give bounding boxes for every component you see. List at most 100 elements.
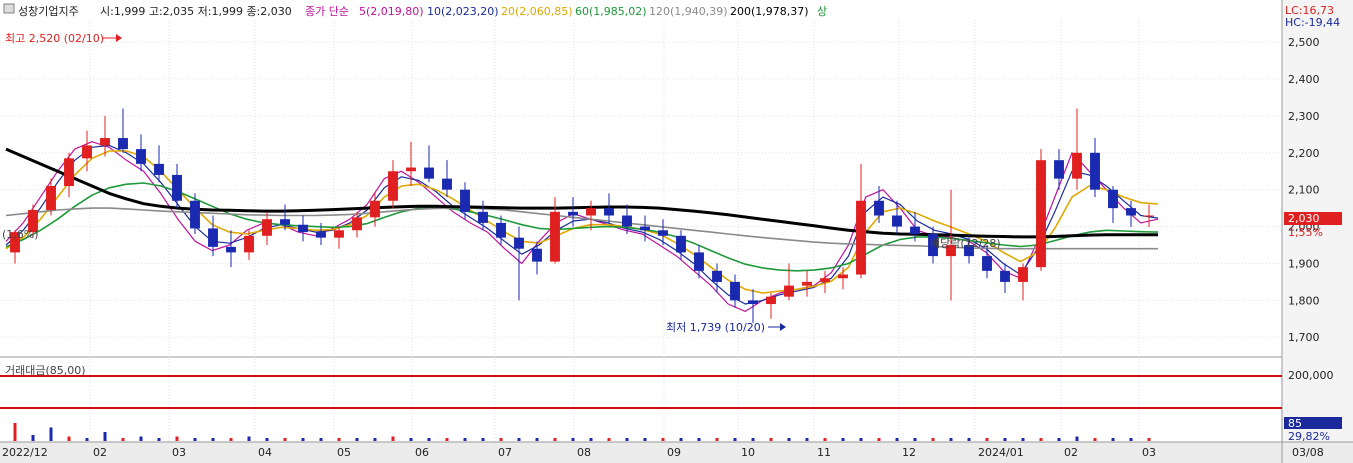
volume-bar bbox=[499, 438, 503, 441]
ma-legend-120: 120(1,940,39) bbox=[649, 5, 728, 18]
volume-bar bbox=[1039, 438, 1043, 441]
candle-body bbox=[982, 256, 992, 271]
candle-body bbox=[622, 215, 632, 227]
volume-bar bbox=[193, 438, 197, 441]
candle-body bbox=[442, 178, 452, 190]
candle-body bbox=[1018, 267, 1028, 282]
volume-bar bbox=[1093, 438, 1097, 441]
candle-body bbox=[586, 208, 596, 216]
volume-bar bbox=[643, 438, 647, 441]
ma-legend-10: 10(2,023,20) bbox=[427, 5, 499, 18]
menu-icon[interactable] bbox=[3, 3, 15, 14]
y-tick-label: 2,300 bbox=[1288, 110, 1320, 123]
candle-body bbox=[136, 149, 146, 164]
volume-bar bbox=[877, 438, 881, 441]
candle-body bbox=[460, 189, 470, 212]
volume-bar bbox=[103, 432, 107, 441]
candle-body bbox=[748, 300, 758, 305]
volume-bar bbox=[427, 438, 431, 441]
volume-bar bbox=[283, 438, 287, 441]
candle-body bbox=[118, 138, 128, 150]
candle-body bbox=[784, 285, 794, 297]
y-tick-label: 2,100 bbox=[1288, 184, 1320, 197]
ma-legend-tail: 상 bbox=[817, 5, 827, 18]
candle-body bbox=[568, 211, 578, 216]
volume-bar bbox=[895, 438, 899, 441]
volume-bar bbox=[967, 438, 971, 441]
volume-bar bbox=[1147, 438, 1151, 441]
stock-chart: 2,5002,4002,3002,2002,1002,0001,9001,800… bbox=[0, 0, 1353, 463]
volume-bar bbox=[49, 427, 53, 441]
current-change-pct: 1,55% bbox=[1288, 226, 1323, 239]
candle-body bbox=[514, 237, 524, 249]
volume-bar bbox=[337, 438, 341, 441]
candle-body bbox=[1036, 160, 1046, 268]
x-tick-label: 04 bbox=[258, 446, 272, 459]
high-label: 최고 2,520 (02/10) bbox=[5, 32, 104, 45]
hc-readout: HC:-19,44 bbox=[1285, 16, 1340, 29]
y-tick-label: 1,800 bbox=[1288, 294, 1320, 307]
candle-body bbox=[334, 230, 344, 238]
ma-legend-60: 60(1,985,02) bbox=[575, 5, 647, 18]
volume-bar bbox=[319, 438, 323, 441]
volume-bar bbox=[949, 438, 953, 441]
candle-body bbox=[406, 167, 416, 172]
candle-body bbox=[820, 278, 830, 282]
candle-body bbox=[892, 215, 902, 227]
candle-body bbox=[802, 281, 812, 286]
volume-bar bbox=[265, 438, 269, 441]
ohlc-readout: 시:1,999 고:2,035 저:1,999 종:2,030 bbox=[100, 5, 292, 18]
candle-body bbox=[352, 217, 362, 231]
volume-bar bbox=[1129, 438, 1133, 441]
volume-bar bbox=[1021, 438, 1025, 441]
volume-bar bbox=[697, 438, 701, 441]
volume-bar bbox=[805, 438, 809, 441]
volume-bar bbox=[769, 438, 773, 441]
volume-value: 85 bbox=[1288, 417, 1302, 430]
candle-body bbox=[298, 224, 308, 233]
low-label: 최저 1,739 (10/20) bbox=[666, 321, 765, 334]
volume-axis-label: 200,000 bbox=[1288, 369, 1334, 382]
volume-bar bbox=[445, 438, 449, 441]
volume-bar bbox=[157, 438, 161, 441]
candle-body bbox=[676, 235, 686, 253]
x-tick-label: 03 bbox=[172, 446, 186, 459]
volume-bar bbox=[535, 438, 539, 441]
x-tick-label: 09 bbox=[667, 446, 681, 459]
candle-body bbox=[694, 252, 704, 271]
stock-name: 성창기업지주 bbox=[18, 5, 79, 18]
candle-body bbox=[838, 274, 848, 279]
volume-bar bbox=[229, 438, 233, 441]
volume-bar bbox=[409, 438, 413, 441]
volume-bar bbox=[481, 438, 485, 441]
candle-body bbox=[154, 163, 164, 175]
x-tick-label: 03/08 bbox=[1292, 446, 1324, 459]
volume-bar bbox=[607, 438, 611, 441]
candle-body bbox=[172, 174, 182, 201]
volume-bar bbox=[823, 438, 827, 441]
volume-bar bbox=[625, 438, 629, 441]
volume-bar bbox=[139, 436, 143, 441]
x-tick-label: 2022/12 bbox=[2, 446, 48, 459]
volume-bar bbox=[247, 436, 251, 441]
candle-body bbox=[478, 211, 488, 223]
volume-bar bbox=[517, 438, 521, 441]
candle-body bbox=[190, 200, 200, 229]
volume-bar bbox=[661, 438, 665, 441]
x-tick-label: 12 bbox=[902, 446, 916, 459]
candle-body bbox=[550, 211, 560, 262]
candle-body bbox=[766, 296, 776, 305]
volume-bar bbox=[751, 438, 755, 441]
candle-body bbox=[280, 219, 290, 225]
candle-body bbox=[262, 219, 272, 236]
x-tick-label: 02 bbox=[1064, 446, 1078, 459]
candle-body bbox=[532, 248, 542, 262]
x-tick-label: 06 bbox=[415, 446, 429, 459]
candle-body bbox=[226, 246, 236, 253]
x-tick-label: 03 bbox=[1142, 446, 1156, 459]
y-tick-label: 2,500 bbox=[1288, 36, 1320, 49]
volume-bar bbox=[679, 438, 683, 441]
volume-bar bbox=[391, 436, 395, 441]
candle-body bbox=[640, 226, 650, 231]
candle-body bbox=[208, 228, 218, 247]
